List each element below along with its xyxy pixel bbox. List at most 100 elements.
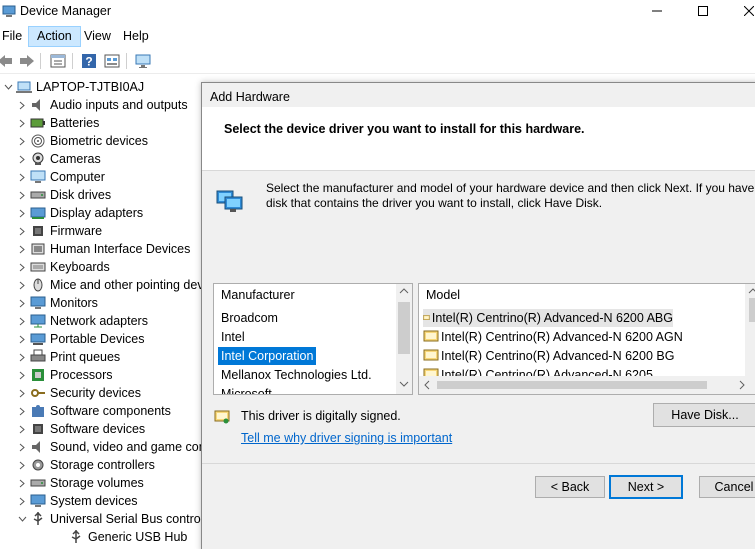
model-hscrollbar[interactable]: [419, 376, 755, 394]
tree-item[interactable]: Display adapters: [16, 204, 143, 222]
manufacturer-item[interactable]: Mellanox Technologies Ltd.: [218, 366, 375, 384]
printer-icon: [30, 349, 46, 365]
manufacturer-item[interactable]: Microsoft: [218, 385, 275, 394]
back-button[interactable]: [0, 52, 14, 70]
manufacturer-item[interactable]: Intel: [218, 328, 248, 346]
scroll-thumb: [749, 298, 755, 322]
scan-hardware-button[interactable]: [134, 52, 152, 70]
maximize-icon: [698, 6, 708, 16]
chevron-right-icon[interactable]: [16, 456, 28, 474]
chevron-right-icon[interactable]: [16, 294, 28, 312]
hardware-monitors-icon: [216, 190, 243, 212]
chevron-down-icon[interactable]: [2, 78, 14, 96]
model-item[interactable]: Intel(R) Centrino(R) Advanced-N 6200 BG: [423, 347, 674, 365]
tree-item[interactable]: Computer: [16, 168, 105, 186]
tree-item[interactable]: Network adapters: [16, 312, 148, 330]
tree-item[interactable]: Audio inputs and outputs: [16, 96, 188, 114]
close-icon: [744, 6, 754, 16]
tree-item-label: Firmware: [50, 224, 103, 238]
show-hidden-button[interactable]: [103, 52, 121, 70]
tree-item[interactable]: Security devices: [16, 384, 141, 402]
chevron-right-icon[interactable]: [16, 384, 28, 402]
tree-item[interactable]: System devices: [16, 492, 138, 510]
chevron-down-icon[interactable]: [16, 510, 28, 528]
chevron-right-icon[interactable]: [16, 312, 28, 330]
chevron-right-icon[interactable]: [16, 276, 28, 294]
close-button[interactable]: [726, 0, 755, 22]
camera-icon: [30, 151, 46, 167]
scroll-thumb: [398, 302, 410, 354]
chevron-right-icon[interactable]: [16, 168, 28, 186]
tree-item[interactable]: Keyboards: [16, 258, 110, 276]
chevron-right-icon[interactable]: [16, 96, 28, 114]
chevron-right-icon[interactable]: [16, 438, 28, 456]
manufacturer-list[interactable]: Manufacturer Broadcom Intel Intel Corpor…: [213, 283, 413, 395]
tree-item[interactable]: Portable Devices: [16, 330, 145, 348]
tree-item[interactable]: Software components: [16, 402, 171, 420]
disk-icon: [30, 187, 46, 203]
model-item[interactable]: Intel(R) Centrino(R) Advanced-N 6200 AGN: [423, 328, 683, 346]
speaker-icon: [30, 439, 46, 455]
chevron-right-icon[interactable]: [16, 330, 28, 348]
tree-item-label: Portable Devices: [50, 332, 145, 346]
chevron-right-icon[interactable]: [16, 402, 28, 420]
tree-item[interactable]: Firmware: [16, 222, 102, 240]
tree-item[interactable]: Batteries: [16, 114, 99, 132]
tree-item[interactable]: Generic USB Hub: [54, 528, 187, 546]
next-button[interactable]: Next >: [609, 475, 683, 499]
chevron-right-icon[interactable]: [16, 258, 28, 276]
cancel-button[interactable]: Cancel: [699, 476, 755, 498]
tree-item[interactable]: Mice and other pointing devices: [16, 276, 210, 294]
manufacturer-item-selected[interactable]: Intel Corporation: [218, 347, 317, 365]
tree-item-label: Display adapters: [50, 206, 144, 220]
chevron-right-icon[interactable]: [16, 240, 28, 258]
chevron-right-icon[interactable]: [16, 150, 28, 168]
chevron-right-icon[interactable]: [16, 474, 28, 492]
menu-file[interactable]: File: [0, 26, 30, 47]
maximize-button[interactable]: [680, 0, 726, 22]
forward-button[interactable]: [18, 52, 36, 70]
model-vscrollbar[interactable]: [745, 284, 755, 376]
tree-item[interactable]: Software devices: [16, 420, 145, 438]
have-disk-button[interactable]: Have Disk...: [653, 403, 755, 427]
chevron-right-icon[interactable]: [16, 492, 28, 510]
manufacturer-item[interactable]: Broadcom: [218, 309, 281, 327]
chevron-right-icon[interactable]: [16, 348, 28, 366]
manufacturer-scrollbar[interactable]: [396, 284, 412, 394]
tree-item[interactable]: Cameras: [16, 150, 101, 168]
tree-item[interactable]: Universal Serial Bus controllers: [16, 510, 210, 528]
chevron-right-icon[interactable]: [16, 366, 28, 384]
model-item-label: Intel(R) Centrino(R) Advanced-N 6200 BG: [441, 349, 675, 363]
chevron-right-icon[interactable]: [16, 114, 28, 132]
back-button[interactable]: < Back: [535, 476, 605, 498]
dialog-title: Add Hardware: [210, 90, 290, 104]
chevron-right-icon[interactable]: [16, 186, 28, 204]
chevron-right-icon[interactable]: [16, 204, 28, 222]
tree-item[interactable]: Storage controllers: [16, 456, 155, 474]
driver-signing-link[interactable]: Tell me why driver signing is important: [241, 431, 452, 445]
tree-item[interactable]: Biometric devices: [16, 132, 148, 150]
keyboard-icon: [30, 259, 46, 275]
tree-root[interactable]: LAPTOP-TJTBI0AJ: [2, 78, 144, 96]
menu-help[interactable]: Help: [115, 26, 157, 47]
chevron-right-icon[interactable]: [16, 222, 28, 240]
model-item[interactable]: Intel(R) Centrino(R) Advanced-N 6200 ABG: [423, 309, 673, 327]
dialog-separator: [202, 463, 755, 464]
properties-button[interactable]: [49, 52, 67, 70]
model-list[interactable]: Model Intel(R) Centrino(R) Advanced-N 62…: [418, 283, 755, 395]
tree-item[interactable]: Monitors: [16, 294, 98, 312]
device-tree: LAPTOP-TJTBI0AJ Audio inputs and outputs…: [0, 76, 210, 549]
tree-item[interactable]: Sound, video and game controllers: [16, 438, 210, 456]
menu-action[interactable]: Action: [28, 26, 81, 47]
tree-item[interactable]: Storage volumes: [16, 474, 144, 492]
menu-view[interactable]: View: [76, 26, 119, 47]
puzzle-icon: [30, 403, 46, 419]
tree-item[interactable]: Print queues: [16, 348, 120, 366]
chevron-right-icon[interactable]: [16, 132, 28, 150]
tree-item[interactable]: Disk drives: [16, 186, 111, 204]
tree-item[interactable]: Human Interface Devices: [16, 240, 190, 258]
minimize-button[interactable]: [634, 0, 680, 22]
chevron-right-icon[interactable]: [16, 420, 28, 438]
tree-item[interactable]: Processors: [16, 366, 113, 384]
help-button[interactable]: ?: [80, 52, 98, 70]
